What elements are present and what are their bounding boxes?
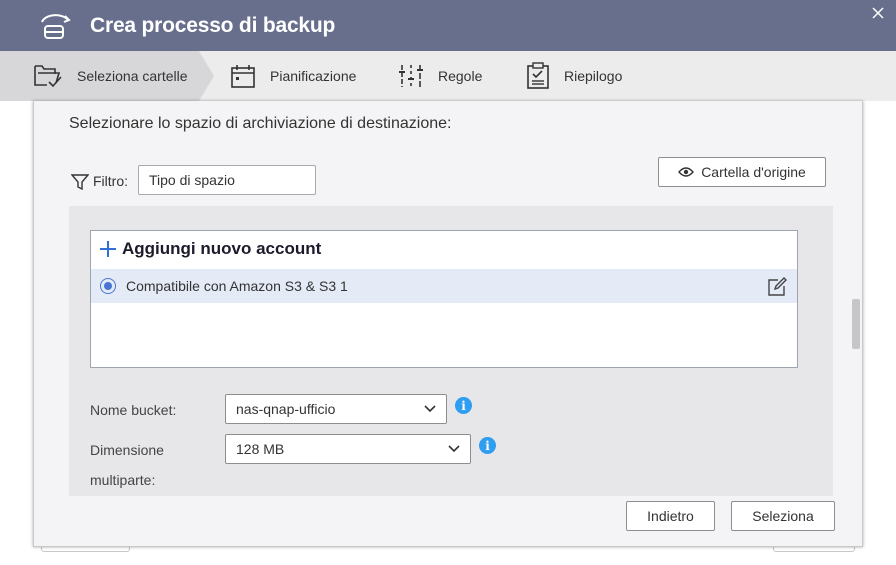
step-summary[interactable]: Riepilogo xyxy=(526,51,622,101)
edit-icon[interactable] xyxy=(767,277,787,297)
filter-icon xyxy=(71,174,89,191)
source-folder-label: Cartella d'origine xyxy=(701,164,806,180)
back-button[interactable]: Indietro xyxy=(626,501,715,531)
multipart-size-value: 128 MB xyxy=(236,441,285,457)
sliders-icon xyxy=(399,65,423,87)
step-label: Seleziona cartelle xyxy=(77,68,188,84)
source-folder-button[interactable]: Cartella d'origine xyxy=(658,157,826,187)
chevron-down-icon xyxy=(448,445,460,453)
step-label: Pianificazione xyxy=(270,68,357,84)
storage-selection-dialog: Selezionare lo spazio di archiviazione d… xyxy=(33,101,863,547)
bucket-name-select[interactable]: nas-qnap-ufficio xyxy=(225,394,447,424)
step-rules[interactable]: Regole xyxy=(398,51,482,101)
scrollbar-thumb[interactable] xyxy=(852,299,860,349)
account-radio[interactable] xyxy=(100,278,116,294)
multipart-size-label-cont: multiparte: xyxy=(90,472,156,488)
multipart-size-select[interactable]: 128 MB xyxy=(225,434,471,464)
dialog-heading: Selezionare lo spazio di archiviazione d… xyxy=(69,115,452,132)
plus-icon xyxy=(100,241,116,257)
add-account-button[interactable]: Aggiungi nuovo account xyxy=(99,239,321,259)
multipart-size-label: Dimensione xyxy=(90,442,164,458)
filter-label: Filtro: xyxy=(93,173,128,189)
folder-check-icon xyxy=(34,65,62,88)
filter-input[interactable] xyxy=(138,165,316,195)
step-label: Riepilogo xyxy=(564,68,623,84)
list-item[interactable]: Compatibile con Amazon S3 & S3 1 xyxy=(91,269,797,303)
clipboard-icon xyxy=(527,62,549,89)
step-select-folders[interactable]: Seleziona cartelle xyxy=(33,51,188,101)
info-icon[interactable]: i xyxy=(455,397,472,414)
bucket-name-label: Nome bucket: xyxy=(90,402,177,418)
step-label: Regole xyxy=(438,68,483,84)
step-schedule[interactable]: Pianificazione xyxy=(230,51,356,101)
eye-icon xyxy=(678,167,695,177)
wizard-steps: Seleziona cartelle Pianificazione Regole xyxy=(0,51,896,101)
bucket-name-value: nas-qnap-ufficio xyxy=(236,401,336,417)
backup-app-icon xyxy=(41,14,71,39)
select-button[interactable]: Seleziona xyxy=(731,501,835,531)
account-list: Aggiungi nuovo account Compatibile con A… xyxy=(90,230,798,368)
close-icon[interactable] xyxy=(869,4,887,22)
account-label: Compatibile con Amazon S3 & S3 1 xyxy=(126,278,348,294)
add-account-label: Aggiungi nuovo account xyxy=(122,239,322,258)
info-icon[interactable]: i xyxy=(479,437,496,454)
title-bar: Crea processo di backup xyxy=(0,0,896,51)
destination-panel: Aggiungi nuovo account Compatibile con A… xyxy=(69,206,833,496)
window-title: Crea processo di backup xyxy=(90,14,336,37)
chevron-down-icon xyxy=(424,405,436,413)
calendar-icon xyxy=(231,65,255,88)
